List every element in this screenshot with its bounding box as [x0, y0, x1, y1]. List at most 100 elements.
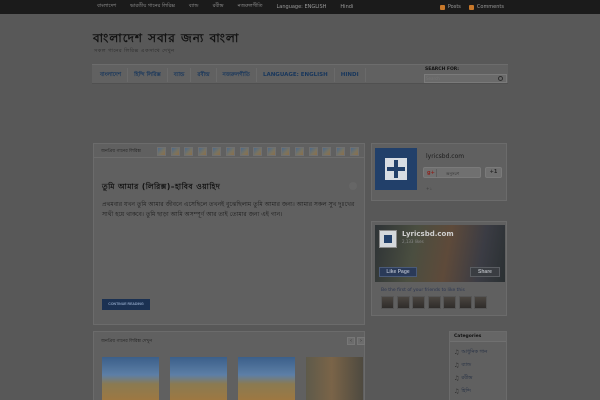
top-link-4[interactable]: রবীন্দ্র [213, 3, 224, 11]
facebook-friend-avatars [381, 296, 490, 309]
site-title[interactable]: বাংলাদেশ সবার জন্য বাংলা [93, 30, 239, 50]
post-thumbnail[interactable] [184, 147, 194, 156]
category-item[interactable]: ♫ ব্যান্ড [454, 359, 487, 372]
rss-icon [439, 4, 445, 10]
music-note-icon: ♫ [454, 375, 460, 382]
site-subtitle: সকল গানের লিরিক্স একসাথে দেখুন [94, 48, 175, 54]
post-thumbnail[interactable] [280, 147, 290, 156]
friend-avatar[interactable] [443, 296, 456, 309]
gplus-page-name[interactable]: lyricsbd.com [426, 153, 464, 160]
nav-item-bangladesh[interactable]: বাংলাদেশ [94, 67, 129, 82]
related-post-image[interactable] [238, 357, 295, 400]
facebook-cover-image[interactable]: Lyricsbd.com 2,133 likes Like Page Share [375, 225, 505, 282]
category-label: হিন্দি [461, 387, 471, 394]
top-link-language[interactable]: Language: ENGLISH [277, 4, 327, 10]
related-prev-button[interactable]: ‹ [347, 337, 355, 345]
comments-feed-link[interactable]: Comments [468, 4, 504, 10]
post-thumbnail[interactable] [308, 147, 318, 156]
post-thumbnail[interactable] [336, 147, 346, 156]
continue-reading-button[interactable]: CONTINUE READING [102, 299, 150, 310]
friend-avatar[interactable] [474, 296, 487, 309]
top-link-3[interactable]: ব্যান্ড [189, 3, 199, 11]
categories-widget: Categories ♫ আধুনিক গান ♫ ব্যান্ড ♫ রবীন… [449, 331, 507, 400]
friend-avatar[interactable] [427, 296, 441, 309]
top-link-2[interactable]: ভারতীয় গানের লিরিক্স [130, 3, 175, 11]
gplus-follow-button[interactable]: g+ অনুসরণ [423, 167, 481, 178]
post-thumbnail[interactable] [267, 147, 277, 156]
nav-item-hindi-lyrics[interactable]: হিন্দি লিরিক্স [128, 67, 168, 82]
related-post-image[interactable] [102, 357, 159, 400]
friend-avatar[interactable] [458, 296, 472, 309]
feed-links: Posts Comments [432, 0, 504, 14]
posts-feed-label: Posts [447, 4, 461, 10]
categories-title: Categories [450, 332, 506, 342]
post-title[interactable]: তুমি আমার (লিরিক্স)–হাবিব ওয়াহিদ [102, 182, 220, 194]
facebook-page-name[interactable]: Lyricsbd.com [402, 230, 454, 238]
featured-post-panel: জনপ্রিয় গানের লিরিক্স তুমি আমার (লিরিক্… [93, 143, 365, 325]
related-post-image[interactable] [170, 357, 227, 400]
post-thumbnail[interactable] [198, 147, 208, 156]
site-logo-icon[interactable] [375, 148, 417, 190]
friend-avatar[interactable] [381, 296, 394, 309]
related-posts-panel: জনপ্রিয় গানের লিরিক্স দেখুন ‹ › [93, 331, 365, 400]
google-plus-icon: g+ [427, 170, 435, 176]
post-thumbnail[interactable] [322, 147, 332, 156]
search-box [424, 74, 507, 83]
post-thumbnails [152, 147, 359, 156]
facebook-page-widget: Lyricsbd.com 2,133 likes Like Page Share… [371, 221, 507, 316]
category-item[interactable]: ♫ হিন্দি [454, 385, 487, 398]
comments-feed-label: Comments [476, 4, 504, 10]
google-plus-widget: lyricsbd.com g+ অনুসরণ +1 +১ [371, 143, 507, 201]
post-thumbnail[interactable] [294, 147, 304, 156]
post-thumbnail[interactable] [211, 147, 221, 156]
top-link-5[interactable]: নজরুলগীতি [238, 3, 263, 11]
post-thumbnail[interactable] [170, 147, 180, 156]
post-thumbnail[interactable] [349, 147, 359, 156]
rss-icon [468, 4, 474, 10]
post-thumbnail[interactable] [225, 147, 235, 156]
facebook-like-page-button[interactable]: Like Page [379, 267, 417, 277]
post-thumbnail[interactable] [253, 147, 263, 156]
facebook-likes-count: 2,133 likes [402, 239, 424, 244]
category-item[interactable]: ♫ আধুনিক গান [454, 346, 487, 359]
posts-feed-link[interactable]: Posts [439, 4, 461, 10]
post-thumbnail[interactable] [156, 147, 166, 156]
nav-item-nazrul[interactable]: নজরুলগীতি [217, 67, 257, 82]
related-next-button[interactable]: › [357, 337, 365, 345]
music-note-icon: ♫ [454, 388, 460, 395]
nav-item-language[interactable]: LANGUAGE: ENGLISH [257, 67, 335, 82]
category-label: ব্যান্ড [461, 361, 472, 368]
gplus-count: +১ [426, 186, 432, 191]
search-input[interactable] [426, 75, 494, 82]
facebook-share-button[interactable]: Share [470, 267, 500, 277]
music-note-icon: ♫ [454, 349, 460, 356]
search-icon[interactable] [498, 76, 503, 81]
top-link-1[interactable]: বাংলাদেশ [97, 3, 116, 11]
music-note-icon: ♫ [454, 362, 460, 369]
related-posts-label: জনপ্রিয় গানের লিরিক্স দেখুন [101, 339, 153, 344]
post-panel-header: জনপ্রিয় গানের লিরিক্স [94, 144, 364, 158]
slider-dot-icon[interactable] [349, 182, 357, 190]
nav-item-hindi[interactable]: HINDI [335, 67, 366, 82]
category-label: আধুনিক গান [461, 348, 488, 355]
gplus-plus-one-button[interactable]: +1 [485, 167, 502, 178]
post-excerpt: প্রথমবার যখন তুমি আমার জীবনে এসেছিলে তখন… [102, 201, 355, 218]
gplus-follow-label: অনুসরণ [446, 171, 460, 176]
friend-avatar[interactable] [412, 296, 425, 309]
nav-item-rabindra[interactable]: রবীন্দ্র [191, 67, 217, 82]
top-bar: বাংলাদেশ ভারতীয় গানের লিরিক্স ব্যান্ড র… [0, 0, 600, 14]
post-panel-label: জনপ্রিয় গানের লিরিক্স [101, 149, 141, 154]
related-post-image[interactable] [306, 357, 363, 400]
top-link-hindi[interactable]: Hindi [340, 4, 353, 10]
category-item[interactable]: ♫ রবীন্দ্র [454, 372, 487, 385]
search-label: SEARCH FOR: [425, 67, 460, 72]
friend-avatar[interactable] [396, 296, 410, 309]
facebook-page-avatar[interactable] [379, 230, 397, 248]
facebook-friends-text: Be the first of your friends to like thi… [381, 288, 465, 293]
post-thumbnail[interactable] [239, 147, 249, 156]
categories-list: ♫ আধুনিক গান ♫ ব্যান্ড ♫ রবীন্দ্র ♫ হিন্… [454, 346, 487, 398]
top-links: বাংলাদেশ ভারতীয় গানের লিরিক্স ব্যান্ড র… [97, 0, 367, 14]
nav-item-band[interactable]: ব্যান্ড [168, 67, 192, 82]
related-posts-nav: ‹ › [345, 337, 365, 345]
category-label: রবীন্দ্র [461, 374, 473, 381]
